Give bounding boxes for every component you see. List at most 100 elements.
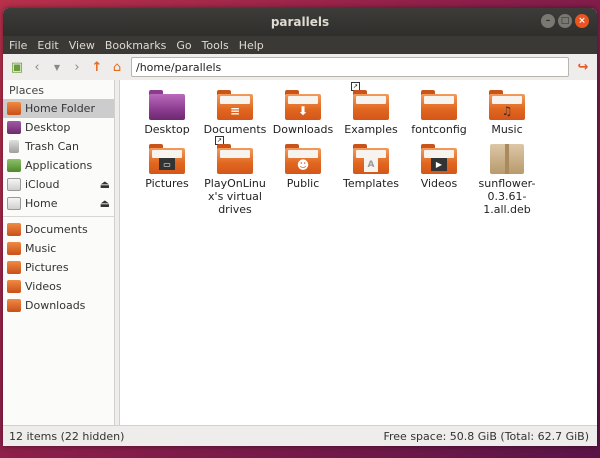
trash-icon	[9, 140, 19, 153]
menu-edit[interactable]: Edit	[37, 39, 58, 52]
file-label: Public	[286, 177, 320, 190]
file-label: sunflower-0.3.61-1.all.deb	[478, 177, 536, 216]
sidebar-item-label: Downloads	[25, 299, 86, 312]
menu-bookmarks[interactable]: Bookmarks	[105, 39, 166, 52]
file-item[interactable]: Desktop	[133, 86, 201, 136]
minimize-button[interactable]: –	[541, 14, 555, 28]
package-icon	[490, 144, 524, 174]
menu-go[interactable]: Go	[176, 39, 191, 52]
sidebar-item-applications[interactable]: Applications	[3, 156, 114, 175]
sidebar-item-home-folder[interactable]: Home Folder	[3, 99, 114, 118]
sidebar-item-pictures[interactable]: Pictures	[3, 258, 114, 277]
file-item[interactable]: ↗ PlayOnLinux's virtual drives	[201, 136, 269, 216]
examples-folder-icon: ↗	[351, 82, 389, 120]
playonlinux-folder-icon: ↗	[215, 136, 253, 174]
fontconfig-folder-icon	[421, 90, 457, 120]
file-item[interactable]: ▭ Pictures	[133, 140, 201, 216]
file-label: Pictures	[145, 177, 189, 190]
file-item[interactable]: ☻ Public	[269, 140, 337, 216]
sidebar-item-trash[interactable]: Trash Can	[3, 137, 114, 156]
menu-view[interactable]: View	[69, 39, 95, 52]
file-item[interactable]: sunflower-0.3.61-1.all.deb	[473, 140, 541, 216]
videos-folder-icon	[7, 280, 21, 293]
sidebar-item-label: Videos	[25, 280, 62, 293]
places-sidebar: Places Home Folder Desktop Trash Can App…	[3, 80, 115, 426]
go-button-icon[interactable]: ↪	[573, 57, 593, 77]
path-input[interactable]: /home/parallels	[131, 57, 569, 77]
pictures-folder-icon: ▭	[149, 144, 185, 174]
home-icon[interactable]: ⌂	[107, 57, 127, 77]
forward-icon[interactable]: ›	[67, 57, 87, 77]
file-label: Desktop	[144, 123, 190, 136]
videos-folder-icon: ▶	[421, 144, 457, 174]
history-dropdown-icon[interactable]: ▼	[47, 57, 67, 77]
sidebar-item-icloud[interactable]: iCloud ⏏	[3, 175, 114, 194]
file-label: Examples	[344, 123, 398, 136]
menu-bar: File Edit View Bookmarks Go Tools Help	[3, 36, 597, 54]
free-space: Free space: 50.8 GiB (Total: 62.7 GiB)	[383, 429, 589, 443]
file-item[interactable]: ↗ Examples	[337, 82, 405, 136]
file-item[interactable]: ⬇ Downloads	[269, 86, 337, 136]
file-item[interactable]	[541, 86, 597, 136]
toolbar: ▣ ‹ ▼ › ↑ ⌂ /home/parallels ↪	[3, 54, 597, 81]
item-count: 12 items (22 hidden)	[9, 429, 125, 443]
sidebar-item-home[interactable]: Home ⏏	[3, 194, 114, 213]
sidebar-item-music[interactable]: Music	[3, 239, 114, 258]
sidebar-item-desktop[interactable]: Desktop	[3, 118, 114, 137]
applications-icon	[7, 159, 21, 172]
file-label: Videos	[420, 177, 458, 190]
up-arrow-icon[interactable]: ↑	[87, 57, 107, 77]
eject-icon[interactable]: ⏏	[100, 197, 110, 210]
file-item[interactable]: ▶ Videos	[405, 140, 473, 216]
drive-icon	[7, 178, 21, 191]
file-item[interactable]: ≡ Documents	[201, 86, 269, 136]
downloads-folder-icon	[7, 299, 21, 312]
places-heading: Places	[9, 84, 44, 97]
sidebar-item-label: Home	[25, 197, 58, 210]
file-item[interactable]: A Templates	[337, 140, 405, 216]
home-folder-icon	[7, 102, 21, 115]
menu-tools[interactable]: Tools	[202, 39, 229, 52]
sidebar-item-label: Applications	[25, 159, 93, 172]
music-folder-icon: ♫	[489, 90, 525, 120]
music-folder-icon	[7, 242, 21, 255]
desktop-folder-icon	[149, 90, 185, 120]
back-icon[interactable]: ‹	[27, 57, 47, 77]
sidebar-item-label: Pictures	[25, 261, 69, 274]
file-label: Templates	[343, 177, 399, 190]
sidebar-item-label: Trash Can	[25, 140, 79, 153]
window-title: parallels	[270, 15, 330, 29]
documents-folder-icon	[7, 223, 21, 236]
public-folder-icon: ☻	[285, 144, 321, 174]
status-bar: 12 items (22 hidden) Free space: 50.8 Gi…	[3, 425, 597, 446]
file-label: Downloads	[272, 123, 334, 136]
sidebar-divider	[3, 216, 114, 217]
file-view[interactable]: Desktop ≡ Documents ⬇ Downloads ↗ Exampl…	[119, 80, 597, 426]
menu-help[interactable]: Help	[239, 39, 264, 52]
close-button[interactable]: ×	[575, 14, 589, 28]
title-bar[interactable]: parallels – □ ×	[3, 8, 597, 36]
drive-icon	[7, 197, 21, 210]
maximize-button[interactable]: □	[558, 14, 572, 28]
sidebar-item-documents[interactable]: Documents	[3, 220, 114, 239]
eject-icon[interactable]: ⏏	[100, 178, 110, 191]
sidebar-item-videos[interactable]: Videos	[3, 277, 114, 296]
sidebar-item-label: iCloud	[25, 178, 60, 191]
file-item[interactable]: fontconfig	[405, 86, 473, 136]
file-item[interactable]: ♫ Music	[473, 86, 541, 136]
new-tab-icon[interactable]: ▣	[7, 57, 27, 77]
file-label: Music	[491, 123, 523, 136]
downloads-folder-icon: ⬇	[285, 90, 321, 120]
sidebar-item-downloads[interactable]: Downloads	[3, 296, 114, 315]
sidebar-item-label: Home Folder	[25, 102, 95, 115]
file-label: Documents	[203, 123, 267, 136]
menu-file[interactable]: File	[9, 39, 27, 52]
sidebar-item-label: Desktop	[25, 121, 71, 134]
sidebar-item-label: Documents	[25, 223, 88, 236]
file-manager-window: parallels – □ × File Edit View Bookmarks…	[3, 8, 597, 446]
file-label: PlayOnLinux's virtual drives	[204, 177, 266, 216]
file-label: fontconfig	[411, 123, 467, 136]
pictures-folder-icon	[7, 261, 21, 274]
documents-folder-icon: ≡	[217, 90, 253, 120]
